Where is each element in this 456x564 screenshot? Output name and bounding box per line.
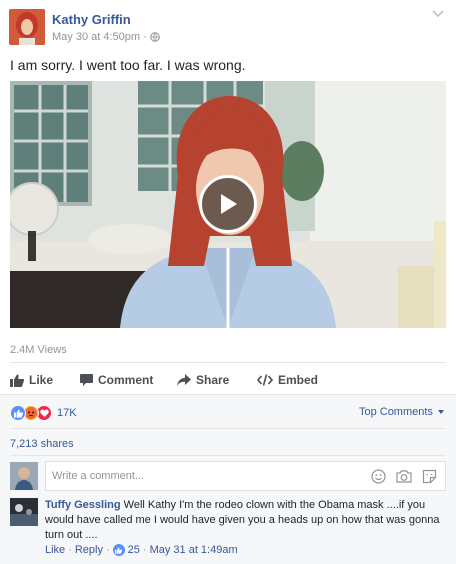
post-text: I am sorry. I went too far. I was wrong. xyxy=(10,57,246,73)
globe-icon xyxy=(149,32,160,42)
comment-actions: Like · Reply · 25 · May 31 at 1:49am xyxy=(45,544,238,556)
thumbs-up-icon xyxy=(10,374,24,387)
comment-input[interactable]: Write a comment... xyxy=(45,461,446,491)
like-reaction-icon xyxy=(10,405,26,421)
video-player[interactable] xyxy=(10,81,446,328)
divider xyxy=(10,362,446,363)
commenter-avatar[interactable] xyxy=(10,498,38,526)
chevron-down-icon[interactable] xyxy=(431,9,445,19)
comment-tools xyxy=(371,469,437,484)
divider xyxy=(10,455,446,456)
share-button[interactable]: Share xyxy=(177,366,257,394)
play-button[interactable] xyxy=(199,175,257,233)
share-arrow-icon xyxy=(177,374,191,386)
top-comments-dropdown[interactable]: Top Comments xyxy=(359,406,444,418)
code-embed-icon xyxy=(257,374,273,386)
comment-button[interactable]: Comment xyxy=(80,366,177,394)
comments-section: 17K Top Comments 7,213 shares Write a co… xyxy=(0,394,456,564)
like-button[interactable]: Like xyxy=(10,366,80,394)
comment-placeholder: Write a comment... xyxy=(52,470,145,482)
comment-like-count[interactable]: 25 xyxy=(128,544,140,556)
page-avatar[interactable] xyxy=(9,9,45,45)
post-meta: May 30 at 4:50pm · xyxy=(52,31,160,43)
comment-like-link[interactable]: Like xyxy=(45,544,65,556)
post-header: Kathy Griffin May 30 at 4:50pm · xyxy=(0,0,456,50)
action-bar: Like Comment Share Embed xyxy=(10,366,446,394)
post-timestamp[interactable]: May 30 at 4:50pm xyxy=(52,31,140,43)
top-comments-label: Top Comments xyxy=(358,406,433,418)
comment-label: Comment xyxy=(98,373,154,387)
sticker-icon[interactable] xyxy=(422,469,437,484)
meta-separator: · xyxy=(143,31,147,43)
view-count: 2.4M Views xyxy=(10,344,67,356)
play-icon xyxy=(221,194,237,214)
reaction-icons[interactable] xyxy=(10,405,52,421)
comment-body: Tuffy Gessling Well Kathy I'm the rodeo … xyxy=(45,498,445,543)
share-label: Share xyxy=(196,373,230,387)
author-name[interactable]: Kathy Griffin xyxy=(52,12,131,27)
thumbs-up-icon xyxy=(112,544,125,556)
comment-reply-link[interactable]: Reply xyxy=(75,544,103,556)
camera-icon[interactable] xyxy=(396,469,412,484)
reactions-row: 17K Top Comments xyxy=(10,403,446,423)
divider xyxy=(10,428,446,429)
shares-count[interactable]: 7,213 shares xyxy=(10,438,74,450)
reaction-count[interactable]: 17K xyxy=(57,407,77,419)
comment-bubble-icon xyxy=(80,374,93,386)
emoji-icon[interactable] xyxy=(371,469,386,484)
current-user-avatar xyxy=(10,462,38,490)
caret-down-icon xyxy=(438,410,444,415)
embed-button[interactable]: Embed xyxy=(257,366,337,394)
embed-label: Embed xyxy=(278,373,319,387)
comment-author[interactable]: Tuffy Gessling xyxy=(45,499,121,511)
comment-timestamp[interactable]: May 31 at 1:49am xyxy=(150,544,238,556)
like-label: Like xyxy=(29,373,54,387)
